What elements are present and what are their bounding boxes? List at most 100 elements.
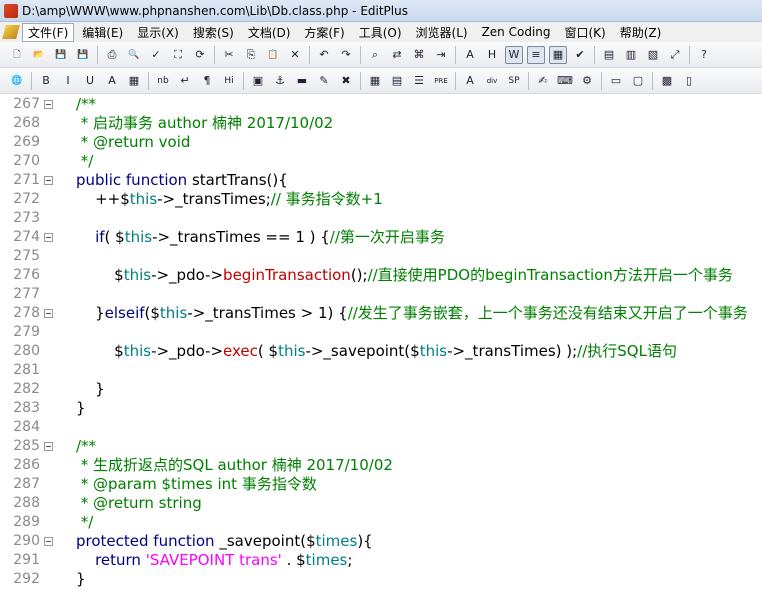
- code-line[interactable]: 281: [0, 361, 762, 380]
- code-line[interactable]: 275: [0, 247, 762, 266]
- align-icon[interactable]: ☰: [410, 72, 428, 90]
- check-icon[interactable]: ✔: [571, 46, 589, 64]
- menu-item-7[interactable]: 浏览器(L): [410, 23, 474, 42]
- code-line[interactable]: 268 * 启动事务 author 楠神 2017/10/02: [0, 114, 762, 133]
- italic-icon[interactable]: I: [59, 72, 77, 90]
- code-line[interactable]: 271 public function startTrans(){: [0, 171, 762, 190]
- clipboard-window-icon[interactable]: ▥: [622, 46, 640, 64]
- directory-window-icon[interactable]: ▤: [600, 46, 618, 64]
- refresh-icon[interactable]: ⟳: [191, 46, 209, 64]
- code-line[interactable]: 269 * @return void: [0, 133, 762, 152]
- pre-icon[interactable]: PRE: [432, 72, 450, 90]
- code-line[interactable]: 291 return 'SAVEPOINT trans' . $times;: [0, 551, 762, 570]
- output-window-icon[interactable]: ▧: [644, 46, 662, 64]
- code-line[interactable]: 286 * 生成折返点的SQL author 楠神 2017/10/02: [0, 456, 762, 475]
- fold-collapse-icon[interactable]: [44, 233, 53, 242]
- code-line[interactable]: 290 protected function _savepoint($times)…: [0, 532, 762, 551]
- color-grid-icon[interactable]: ▦: [125, 72, 143, 90]
- browser-preview-icon[interactable]: ⛶: [169, 46, 187, 64]
- code-line[interactable]: 282 }: [0, 380, 762, 399]
- menu-item-1[interactable]: 编辑(E): [76, 23, 129, 42]
- menu-item-3[interactable]: 搜索(S): [187, 23, 240, 42]
- line-break-icon[interactable]: ↵: [176, 72, 194, 90]
- fullscreen-icon[interactable]: ⤢: [666, 46, 684, 64]
- code-editor[interactable]: 267/** 268 * 启动事务 author 楠神 2017/10/02 269…: [0, 95, 762, 592]
- font-color-icon[interactable]: A: [103, 72, 121, 90]
- menu-item-10[interactable]: 帮助(Z): [614, 23, 668, 42]
- horizontal-rule-icon[interactable]: ▬: [293, 72, 311, 90]
- table-icon[interactable]: ▦: [366, 72, 384, 90]
- sp-icon[interactable]: SP: [505, 72, 523, 90]
- code-line[interactable]: 283}: [0, 399, 762, 418]
- code-line[interactable]: 273: [0, 209, 762, 228]
- fold-collapse-icon[interactable]: [44, 537, 53, 546]
- fold-collapse-icon[interactable]: [44, 309, 53, 318]
- find-in-files-icon[interactable]: ⌘: [410, 46, 428, 64]
- code-line[interactable]: 274 if( $this->_transTimes == 1 ) {//第一次…: [0, 228, 762, 247]
- window-icon[interactable]: ▯: [680, 72, 698, 90]
- fold-collapse-icon[interactable]: [44, 100, 53, 109]
- code-line[interactable]: 289 */: [0, 513, 762, 532]
- menu-item-8[interactable]: Zen Coding: [476, 24, 557, 40]
- bold-icon[interactable]: B: [37, 72, 55, 90]
- menu-item-9[interactable]: 窗口(K): [559, 23, 612, 42]
- delete-icon[interactable]: ✕: [286, 46, 304, 64]
- form-icon[interactable]: ▤: [388, 72, 406, 90]
- paragraph-icon[interactable]: ¶: [198, 72, 216, 90]
- code-line[interactable]: 270 */: [0, 152, 762, 171]
- fold-collapse-icon[interactable]: [44, 442, 53, 451]
- frame-icon[interactable]: ▭: [607, 72, 625, 90]
- paste-icon[interactable]: 📋: [264, 46, 282, 64]
- undo-icon[interactable]: ↶: [315, 46, 333, 64]
- code-line[interactable]: 267 /**: [0, 95, 762, 114]
- new-file-icon[interactable]: 🗋: [8, 46, 26, 64]
- heading-icon[interactable]: Hi: [220, 72, 238, 90]
- code-line[interactable]: 284: [0, 418, 762, 437]
- fold-collapse-icon[interactable]: [44, 176, 53, 185]
- code-line[interactable]: 292}: [0, 570, 762, 589]
- open-file-icon[interactable]: 📂: [30, 46, 48, 64]
- code-line[interactable]: 279: [0, 323, 762, 342]
- code-line[interactable]: 278 }elseif($this->_transTimes > 1) {//发…: [0, 304, 762, 323]
- code-line[interactable]: 288 * @return string: [0, 494, 762, 513]
- script-icon[interactable]: ⌨: [556, 72, 574, 90]
- browser-icon[interactable]: 🌐: [8, 72, 26, 90]
- menu-item-4[interactable]: 文档(D): [242, 23, 297, 42]
- span-icon[interactable]: A: [461, 72, 479, 90]
- code-line[interactable]: 272 ++$this->_transTimes;// 事务指令数+1: [0, 190, 762, 209]
- word-wrap-icon[interactable]: W: [505, 45, 523, 64]
- underline-icon[interactable]: U: [81, 72, 99, 90]
- spell-check-icon[interactable]: ✓: [147, 46, 165, 64]
- replace-icon[interactable]: ⇄: [388, 46, 406, 64]
- print-icon[interactable]: ⎙: [103, 46, 121, 64]
- font-size-icon[interactable]: A: [461, 46, 479, 64]
- line-number-icon[interactable]: ≡: [527, 45, 545, 64]
- menu-item-2[interactable]: 显示(X): [131, 23, 185, 42]
- menu-item-0[interactable]: 文件(F): [22, 22, 75, 42]
- anchor-icon[interactable]: ⚓: [271, 72, 289, 90]
- column-ruler-icon[interactable]: ▦: [549, 45, 567, 64]
- div-icon[interactable]: div: [483, 72, 501, 90]
- menu-item-5[interactable]: 方案(F): [298, 23, 350, 42]
- save-icon[interactable]: 💾: [52, 46, 70, 64]
- css-icon[interactable]: ⚙: [578, 72, 596, 90]
- save-all-icon[interactable]: 💾: [74, 46, 92, 64]
- menu-item-6[interactable]: 工具(O): [353, 23, 408, 42]
- comment-icon[interactable]: ✖: [337, 72, 355, 90]
- code-line[interactable]: 277: [0, 285, 762, 304]
- code-line[interactable]: 285 /**: [0, 437, 762, 456]
- copy-icon[interactable]: ⎘: [242, 46, 260, 64]
- code-line[interactable]: 276 $this->_pdo->beginTransaction();//直接…: [0, 266, 762, 285]
- cut-icon[interactable]: ✂: [220, 46, 238, 64]
- hex-view-icon[interactable]: H: [483, 46, 501, 64]
- redo-icon[interactable]: ↷: [337, 46, 355, 64]
- code-line[interactable]: 280 $this->_pdo->exec( $this->_savepoint…: [0, 342, 762, 361]
- print-preview-icon[interactable]: 🔍: [125, 46, 143, 64]
- image-icon[interactable]: ▣: [249, 72, 267, 90]
- edit-icon[interactable]: ✍: [534, 72, 552, 90]
- goto-icon[interactable]: ⇥: [432, 46, 450, 64]
- nbsp-icon[interactable]: nb: [154, 72, 172, 90]
- find-icon[interactable]: ⌕: [366, 46, 384, 64]
- help-cursor-icon[interactable]: ?: [695, 46, 713, 64]
- highlight-icon[interactable]: ✎: [315, 72, 333, 90]
